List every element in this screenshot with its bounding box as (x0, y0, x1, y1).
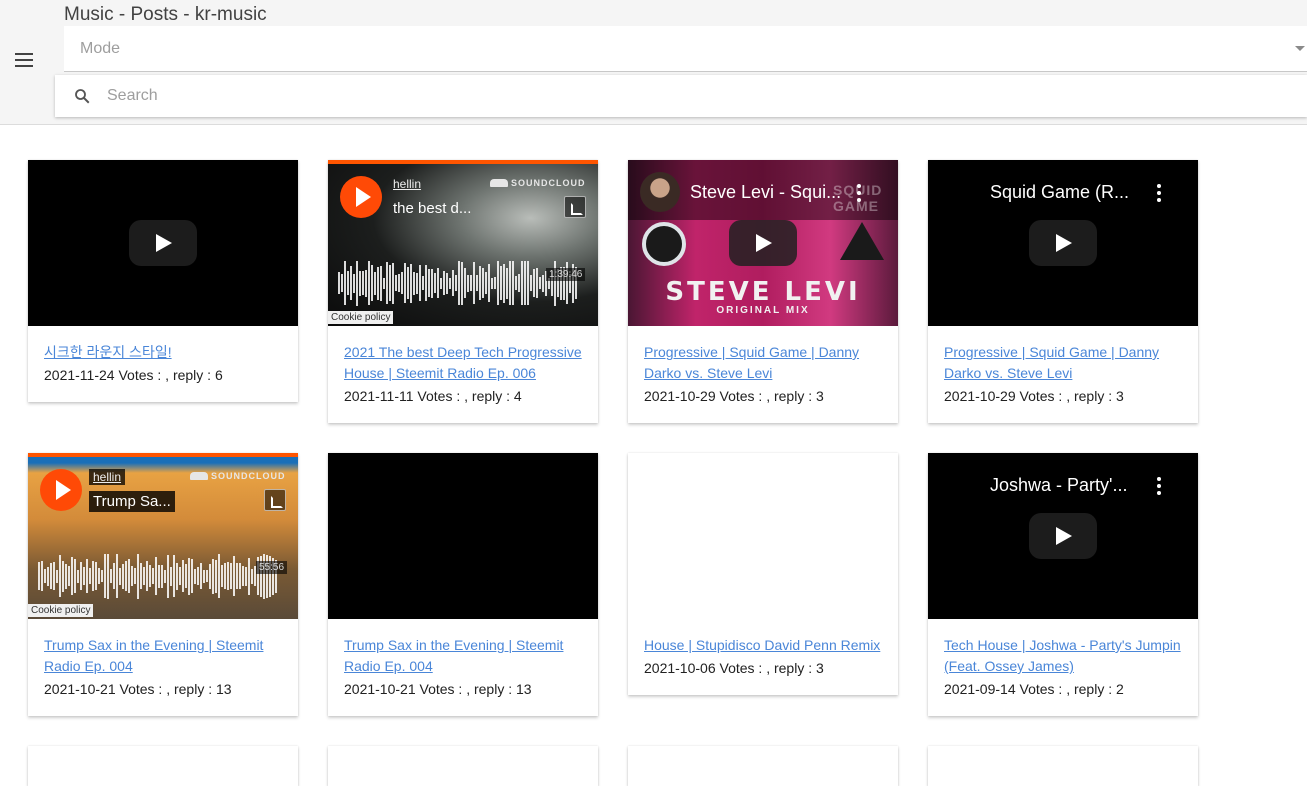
thumbnail-title-text: STEVE LEVI (665, 277, 861, 307)
mode-select-label: Mode (80, 40, 121, 57)
hamburger-menu-icon[interactable] (4, 40, 44, 80)
soundcloud-logo[interactable]: SOUNDCLOUD (190, 471, 286, 481)
soundcloud-track-title[interactable]: Trump Sa... (89, 491, 175, 512)
post-card: hellin the best d... SOUNDCLOUD 1:39:46 … (328, 160, 598, 423)
post-card: hellin Trump Sa... SOUNDCLOUD 55:56 Cook… (28, 453, 298, 716)
post-title-link[interactable]: Progressive | Squid Game | Danny Darko v… (944, 342, 1182, 384)
chevron-down-icon (1295, 46, 1305, 51)
soundcloud-embed[interactable]: hellin Trump Sa... SOUNDCLOUD 55:56 Cook… (28, 453, 298, 619)
more-options-icon[interactable] (1156, 184, 1162, 202)
video-title[interactable]: Joshwa - Party'... (990, 475, 1127, 496)
post-card: SQUID GAME STEVE LEVI ORIGINAL MIX Steve… (628, 160, 898, 423)
video-embed[interactable] (328, 453, 598, 619)
post-meta: 2021-09-14 Votes : , reply : 2 (944, 681, 1124, 697)
youtube-embed[interactable] (28, 160, 298, 326)
soundcloud-logo[interactable]: SOUNDCLOUD (490, 178, 586, 188)
post-card (328, 746, 598, 786)
video-title[interactable]: Squid Game (R... (990, 182, 1129, 203)
waveform[interactable] (338, 258, 586, 308)
play-button[interactable] (340, 176, 382, 218)
more-options-icon[interactable] (1156, 477, 1162, 495)
post-title-link[interactable]: House | Stupidisco David Penn Remix (644, 635, 882, 656)
share-icon[interactable] (264, 489, 286, 511)
soundcloud-embed[interactable]: hellin the best d... SOUNDCLOUD 1:39:46 … (328, 160, 598, 326)
post-card (928, 746, 1198, 786)
page-title: Music - Posts - kr-music (64, 4, 267, 25)
post-card: Squid Game (R... Progressive | Squid Gam… (928, 160, 1198, 423)
duration-label: 1:39:46 (546, 268, 586, 281)
thumbnail-logo-text: SQUID GAME (833, 182, 883, 214)
duration-label: 55:56 (256, 561, 288, 574)
post-meta: 2021-10-21 Votes : , reply : 13 (344, 681, 532, 697)
channel-avatar[interactable] (640, 172, 680, 212)
post-card (628, 746, 898, 786)
play-button[interactable] (129, 220, 197, 266)
mode-select[interactable]: Mode (64, 26, 1307, 72)
search-icon (75, 89, 90, 104)
play-button[interactable] (40, 469, 82, 511)
post-title-link[interactable]: Progressive | Squid Game | Danny Darko v… (644, 342, 882, 384)
search-bar (55, 75, 1307, 117)
post-meta: 2021-10-06 Votes : , reply : 3 (644, 660, 824, 676)
youtube-embed[interactable]: Squid Game (R... (928, 160, 1198, 326)
post-title-link[interactable]: 시크한 라운지 스타일! (44, 342, 282, 363)
post-title-link[interactable]: Trump Sax in the Evening | Steemit Radio… (44, 635, 282, 677)
more-options-icon[interactable] (856, 184, 862, 202)
empty-embed[interactable] (628, 453, 898, 619)
post-meta: 2021-10-29 Votes : , reply : 3 (944, 388, 1124, 404)
post-meta: 2021-11-11 Votes : , reply : 4 (344, 388, 522, 404)
video-title[interactable]: Steve Levi - Squi... (690, 182, 841, 203)
post-card: House | Stupidisco David Penn Remix 2021… (628, 453, 898, 695)
post-card: Joshwa - Party'... Tech House | Joshwa -… (928, 453, 1198, 716)
play-button[interactable] (729, 220, 797, 266)
play-button[interactable] (1029, 220, 1097, 266)
play-button[interactable] (1029, 513, 1097, 559)
post-title-link[interactable]: Trump Sax in the Evening | Steemit Radio… (344, 635, 582, 677)
cookie-policy-link[interactable]: Cookie policy (328, 311, 394, 324)
youtube-embed[interactable]: Joshwa - Party'... (928, 453, 1198, 619)
post-title-link[interactable]: 2021 The best Deep Tech Progressive Hous… (344, 342, 582, 384)
search-input[interactable] (107, 83, 1207, 109)
post-meta: 2021-11-24 Votes : , reply : 6 (44, 367, 223, 383)
app-header: Music - Posts - kr-music Mode (0, 0, 1307, 125)
post-meta: 2021-10-29 Votes : , reply : 3 (644, 388, 824, 404)
youtube-embed[interactable]: SQUID GAME STEVE LEVI ORIGINAL MIX Steve… (628, 160, 898, 326)
post-title-link[interactable]: Tech House | Joshwa - Party's Jumpin (Fe… (944, 635, 1182, 677)
soundcloud-user-link[interactable]: hellin (389, 176, 425, 192)
soundcloud-track-title[interactable]: the best d... (389, 198, 475, 219)
post-card: Trump Sax in the Evening | Steemit Radio… (328, 453, 598, 716)
share-icon[interactable] (564, 196, 586, 218)
waveform[interactable] (38, 551, 286, 601)
post-card: 시크한 라운지 스타일! 2021-11-24 Votes : , reply … (28, 160, 298, 402)
cookie-policy-link[interactable]: Cookie policy (28, 604, 94, 617)
thumbnail-subtitle-text: ORIGINAL MIX (716, 305, 810, 316)
post-card (28, 746, 298, 786)
soundcloud-user-link[interactable]: hellin (89, 469, 126, 485)
post-meta: 2021-10-21 Votes : , reply : 13 (44, 681, 232, 697)
